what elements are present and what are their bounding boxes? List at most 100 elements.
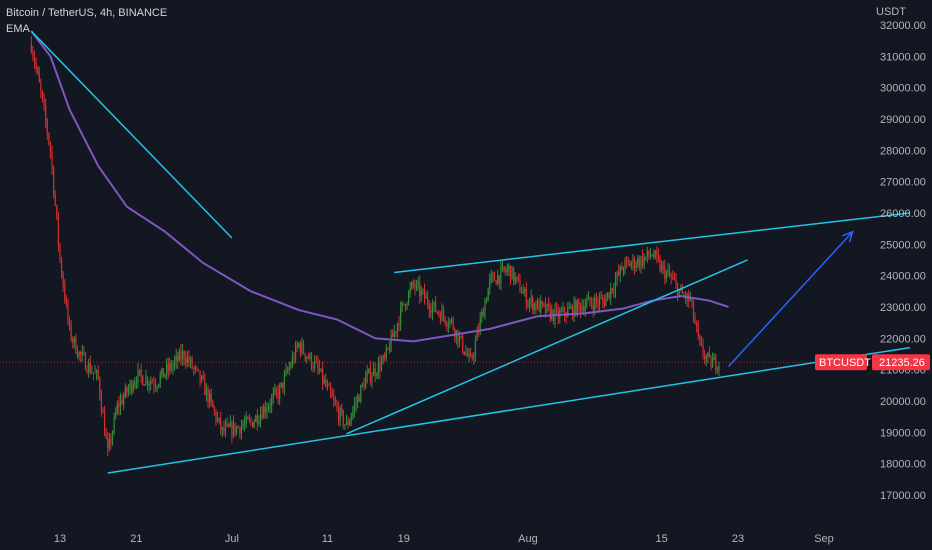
down-candle [282,382,284,389]
down-candle [220,418,222,430]
up-candle [508,265,510,269]
up-candle [380,361,383,371]
down-candle [621,266,623,271]
up-candle [224,425,227,432]
down-candle [331,393,333,398]
up-candle [148,384,150,386]
drawings-layer [30,30,911,474]
down-candle [247,417,249,420]
down-candle [672,277,674,279]
down-candle [328,385,330,387]
up-candle [166,364,168,375]
y-tick-label: 25000.00 [880,239,926,251]
up-candle [484,302,486,317]
down-candle [579,304,582,312]
x-tick-label: Aug [518,533,538,545]
up-candle [458,336,461,343]
down-candle [65,300,67,303]
up-candle [409,287,411,292]
up-candle [635,265,637,269]
up-candle [524,289,526,292]
down-candle [126,387,128,393]
up-candle [218,418,220,420]
down-candle [62,275,64,287]
up-candle [169,363,171,371]
up-candle [396,323,399,332]
down-candle [463,351,465,355]
y-tick-label: 20000.00 [880,396,926,408]
up-candle [135,382,137,384]
down-candle [329,386,332,394]
down-candle [341,408,343,412]
up-candle [349,421,351,426]
down-candle [59,244,61,260]
down-candle [170,363,173,369]
down-candle [387,347,389,349]
down-candle [210,393,212,401]
down-candle [541,301,543,304]
down-candle [592,305,594,311]
down-candle [454,328,456,338]
down-candle [202,376,204,379]
down-candle [318,367,321,372]
up-candle [646,250,648,257]
up-candle [473,355,475,359]
down-candle [322,368,324,383]
down-candle [578,300,580,305]
down-candle [337,408,340,421]
up-candle [174,360,176,365]
up-candle [474,340,477,356]
up-candle [320,368,322,372]
down-candle [64,286,66,301]
up-candle [161,368,163,376]
down-candle [708,353,710,357]
down-candle [41,90,44,99]
down-candle [193,368,195,370]
up-candle [606,292,609,298]
up-candle [96,370,98,373]
down-candle [97,370,99,378]
up-candle [637,258,639,266]
down-candle [694,318,696,324]
down-candle [571,306,574,317]
down-candle [299,343,301,353]
up-candle [711,359,714,368]
up-candle [301,342,303,353]
down-candle [681,288,683,294]
up-candle [390,333,392,352]
price-chart[interactable]: 32000.00 31000.00 30000.00 29000.00 28000.00… [0,0,932,550]
down-candle [608,292,610,299]
down-candle [250,419,252,423]
up-candle [357,396,359,404]
down-candle [162,368,165,378]
x-tick-label: 15 [656,533,668,545]
up-candle [530,297,532,302]
up-candle [285,370,287,375]
up-candle [651,255,653,257]
down-candle [704,355,706,360]
up-candle [713,357,715,360]
down-candle [49,143,52,152]
up-candle [511,267,513,280]
down-candle [470,353,472,357]
down-candle [45,106,47,121]
down-candle [670,275,672,278]
down-candle [633,258,636,269]
up-candle [586,300,588,306]
down-candle [716,369,718,371]
up-candle [489,277,491,289]
down-candle [37,68,39,73]
down-candle [626,259,628,261]
up-candle [209,393,211,403]
up-candle [129,382,131,389]
down-candle [374,367,376,376]
down-candle [312,367,314,369]
down-candle [549,306,551,319]
up-candle [600,298,602,300]
down-candle [471,356,473,359]
up-candle [111,432,114,443]
up-candle [476,330,478,341]
down-candle [30,43,32,52]
down-candle [482,311,484,317]
down-candle [648,250,650,256]
